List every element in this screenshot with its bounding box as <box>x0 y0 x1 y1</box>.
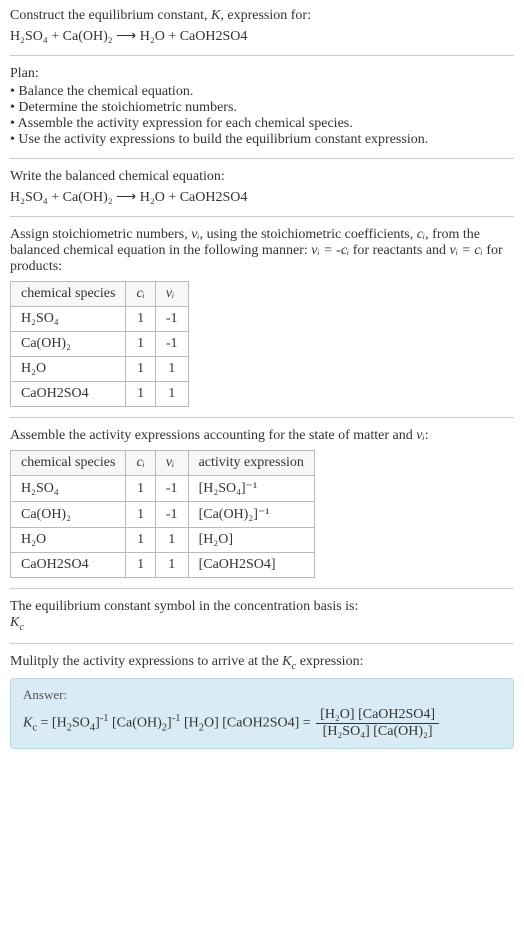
species-cell: Ca(OH)₂ <box>11 502 126 528</box>
activity-table: chemical species cᵢ νᵢ activity expressi… <box>10 450 315 578</box>
table-row: Ca(OH)₂ 1 -1 <box>11 332 189 357</box>
equation-unbalanced: H₂SO₄ + Ca(OH)₂ ⟶ H₂O + CaOH2SO4 <box>10 28 514 45</box>
nu-i: νᵢ <box>191 227 199 242</box>
divider <box>10 216 514 217</box>
table-row: H₂O 1 1 [H₂O] <box>11 528 315 553</box>
plan-item: Balance the chemical equation. <box>10 84 514 100</box>
c-cell: 1 <box>126 382 155 407</box>
c-cell: 1 <box>126 528 155 553</box>
assign-text: , using the stoichiometric coefficients, <box>200 227 417 242</box>
activity-cell: [H₂O] <box>188 528 314 553</box>
species-cell: H₂SO₄ <box>11 476 126 502</box>
nu-cell: -1 <box>155 476 188 502</box>
fraction-numerator: [H₂O] [CaOH2SO4] <box>316 707 439 724</box>
plan-list: Balance the chemical equation. Determine… <box>10 84 514 148</box>
col-ci: cᵢ <box>126 282 155 307</box>
c-cell: 1 <box>126 502 155 528</box>
title-suffix: , expression for: <box>220 8 311 23</box>
species-cell: H₂O <box>11 357 126 382</box>
assemble-text: : <box>425 428 429 443</box>
kc-symbol: Kc <box>10 615 514 633</box>
activity-cell: [Ca(OH)₂]⁻¹ <box>188 502 314 528</box>
col-nui: νᵢ <box>155 451 188 476</box>
divider <box>10 55 514 56</box>
balanced-section: Write the balanced chemical equation: H₂… <box>10 169 514 206</box>
assign-text: for reactants and <box>349 243 449 258</box>
table-row: H₂O 1 1 <box>11 357 189 382</box>
col-species: chemical species <box>11 451 126 476</box>
c-cell: 1 <box>126 476 155 502</box>
divider <box>10 643 514 644</box>
c-i: cᵢ <box>417 227 425 242</box>
col-species: chemical species <box>11 282 126 307</box>
multiply-text: Mulitply the activity expressions to arr… <box>10 654 282 669</box>
col-nui: νᵢ <box>155 282 188 307</box>
assign-section: Assign stoichiometric numbers, νᵢ, using… <box>10 227 514 407</box>
answer-label: Answer: <box>23 687 501 703</box>
fraction-denominator: [H₂SO₄] [Ca(OH)₂] <box>316 724 439 740</box>
table-row: Ca(OH)₂ 1 -1 [Ca(OH)₂]⁻¹ <box>11 502 315 528</box>
answer-formula: Kc = [H2SO4]-1 [Ca(OH)2]-1 [H2O] [CaOH2S… <box>23 707 501 740</box>
kc-inline: Kc <box>282 654 296 669</box>
multiply-section: Mulitply the activity expressions to arr… <box>10 654 514 672</box>
species-cell: CaOH2SO4 <box>11 553 126 578</box>
c-cell: 1 <box>126 357 155 382</box>
nu-cell: 1 <box>155 357 188 382</box>
divider <box>10 417 514 418</box>
assign-text: Assign stoichiometric numbers, <box>10 227 191 242</box>
c-cell: 1 <box>126 307 155 332</box>
nu-cell: -1 <box>155 332 188 357</box>
kc-symbol-text: The equilibrium constant symbol in the c… <box>10 599 514 615</box>
assemble-text: Assemble the activity expressions accoun… <box>10 428 416 443</box>
assemble-section: Assemble the activity expressions accoun… <box>10 428 514 578</box>
c-cell: 1 <box>126 332 155 357</box>
divider <box>10 158 514 159</box>
nu-cell: -1 <box>155 502 188 528</box>
col-activity: activity expression <box>188 451 314 476</box>
title-prefix: Construct the equilibrium constant, <box>10 8 211 23</box>
c-cell: 1 <box>126 553 155 578</box>
col-ci: cᵢ <box>126 451 155 476</box>
multiply-text: expression: <box>296 654 363 669</box>
table-row: CaOH2SO4 1 1 <box>11 382 189 407</box>
species-cell: H₂SO₄ <box>11 307 126 332</box>
plan-item: Determine the stoichiometric numbers. <box>10 100 514 116</box>
answer-box: Answer: Kc = [H2SO4]-1 [Ca(OH)2]-1 [H2O]… <box>10 678 514 749</box>
species-cell: Ca(OH)₂ <box>11 332 126 357</box>
kc-symbol-section: The equilibrium constant symbol in the c… <box>10 599 514 633</box>
plan-title: Plan: <box>10 66 514 82</box>
relation: νᵢ = cᵢ <box>450 243 483 258</box>
plan-item: Use the activity expressions to build th… <box>10 132 514 148</box>
nu-i: νᵢ <box>416 428 424 443</box>
divider <box>10 588 514 589</box>
nu-cell: 1 <box>155 528 188 553</box>
table-row: CaOH2SO4 1 1 [CaOH2SO4] <box>11 553 315 578</box>
table-row: H₂SO₄ 1 -1 <box>11 307 189 332</box>
balanced-title: Write the balanced chemical equation: <box>10 169 514 185</box>
activity-cell: [H₂SO₄]⁻¹ <box>188 476 314 502</box>
species-cell: CaOH2SO4 <box>11 382 126 407</box>
equation-balanced: H₂SO₄ + Ca(OH)₂ ⟶ H₂O + CaOH2SO4 <box>10 189 514 206</box>
table-header-row: chemical species cᵢ νᵢ <box>11 282 189 307</box>
nu-cell: -1 <box>155 307 188 332</box>
table-row: H₂SO₄ 1 -1 [H₂SO₄]⁻¹ <box>11 476 315 502</box>
header-section: Construct the equilibrium constant, K, e… <box>10 8 514 45</box>
plan-section: Plan: Balance the chemical equation. Det… <box>10 66 514 148</box>
title-k: K <box>211 8 220 23</box>
fraction: [H₂O] [CaOH2SO4] [H₂SO₄] [Ca(OH)₂] <box>316 707 439 740</box>
stoich-table: chemical species cᵢ νᵢ H₂SO₄ 1 -1 Ca(OH)… <box>10 281 189 407</box>
plan-item: Assemble the activity expression for eac… <box>10 116 514 132</box>
activity-cell: [CaOH2SO4] <box>188 553 314 578</box>
nu-cell: 1 <box>155 553 188 578</box>
table-header-row: chemical species cᵢ νᵢ activity expressi… <box>11 451 315 476</box>
relation: νᵢ = -cᵢ <box>311 243 349 258</box>
species-cell: H₂O <box>11 528 126 553</box>
nu-cell: 1 <box>155 382 188 407</box>
